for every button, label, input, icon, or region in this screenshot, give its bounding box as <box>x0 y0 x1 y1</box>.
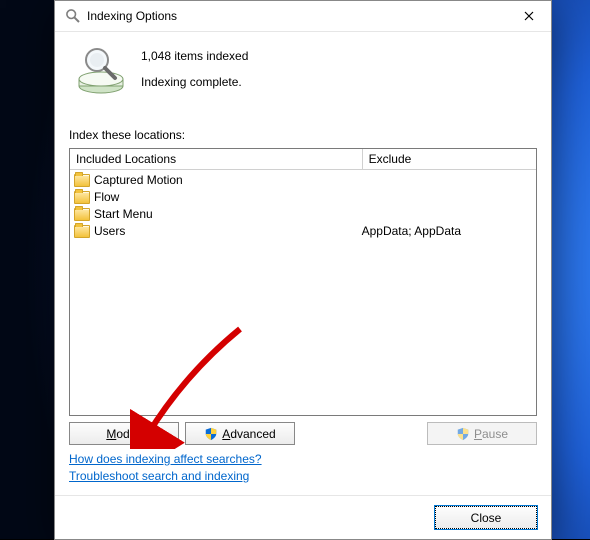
magnifier-drive-icon <box>73 42 129 98</box>
exclude-value: AppData; AppData <box>362 223 532 240</box>
folder-icon <box>74 191 90 204</box>
indexing-state: Indexing complete. <box>141 72 248 92</box>
folder-icon <box>74 208 90 221</box>
shield-icon <box>204 427 218 441</box>
pause-button: Pause <box>427 422 537 445</box>
locations-label: Index these locations: <box>69 128 537 142</box>
exclude-value <box>362 172 532 189</box>
list-item[interactable]: Captured Motion <box>74 172 354 189</box>
indexing-options-icon <box>65 8 81 24</box>
exclude-value <box>362 189 532 206</box>
modify-button[interactable]: Modify <box>69 422 179 445</box>
list-item[interactable]: Start Menu <box>74 206 354 223</box>
items-indexed-count: 1,048 items indexed <box>141 46 248 66</box>
advanced-button[interactable]: Advanced <box>185 422 295 445</box>
location-name: Flow <box>94 190 119 204</box>
close-icon[interactable] <box>507 1 551 31</box>
titlebar: Indexing Options <box>55 1 551 32</box>
shield-icon <box>456 427 470 441</box>
folder-icon <box>74 225 90 238</box>
list-item[interactable]: Users <box>74 223 354 240</box>
folder-icon <box>74 174 90 187</box>
close-button[interactable]: Close <box>435 506 537 529</box>
indexing-options-dialog: Indexing Options 1,048 items indexed Ind… <box>54 0 552 540</box>
window-title: Indexing Options <box>87 9 507 23</box>
locations-list[interactable]: Included Locations Exclude Captured Moti… <box>69 148 537 416</box>
troubleshoot-link[interactable]: Troubleshoot search and indexing <box>69 469 249 483</box>
column-header-exclude[interactable]: Exclude <box>363 149 536 169</box>
column-header-included[interactable]: Included Locations <box>70 149 363 169</box>
location-name: Users <box>94 224 125 238</box>
status-area: 1,048 items indexed Indexing complete. <box>69 42 537 98</box>
exclude-value <box>362 206 532 223</box>
location-name: Start Menu <box>94 207 153 221</box>
list-item[interactable]: Flow <box>74 189 354 206</box>
location-name: Captured Motion <box>94 173 183 187</box>
how-does-indexing-link[interactable]: How does indexing affect searches? <box>69 452 262 466</box>
